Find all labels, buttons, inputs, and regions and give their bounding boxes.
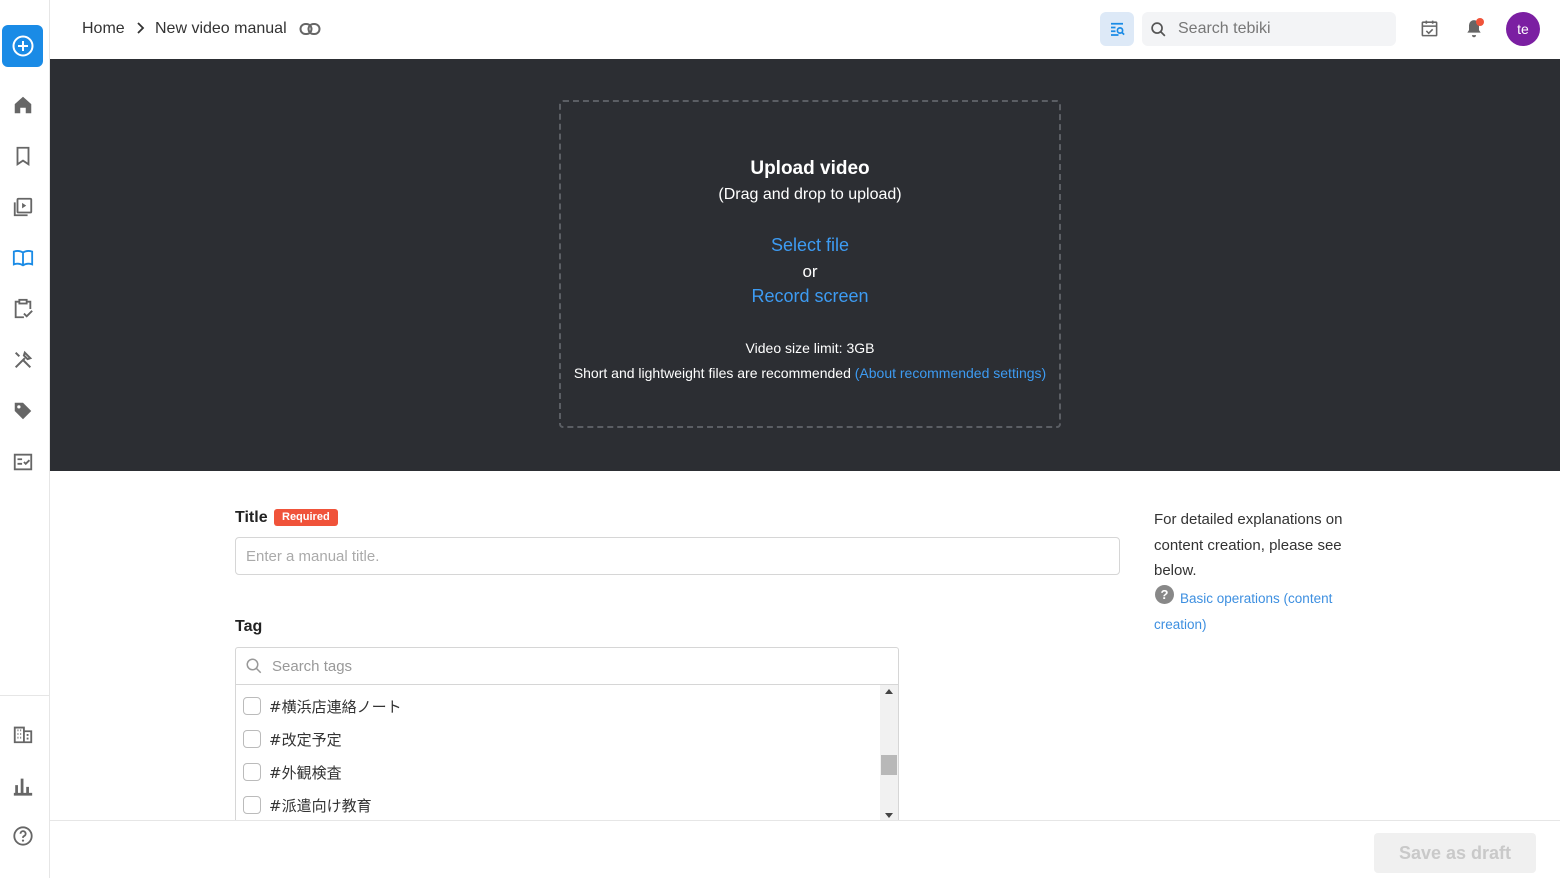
recommendation-text: Short and lightweight files are recommen… (561, 365, 1059, 381)
link-icon[interactable] (299, 21, 321, 42)
global-search (1142, 12, 1396, 46)
avatar[interactable]: te (1506, 12, 1540, 46)
tools-icon (14, 350, 33, 369)
find-in-page-icon (1111, 22, 1125, 36)
save-draft-button[interactable]: Save as draft (1374, 833, 1536, 873)
sidebar (0, 0, 50, 878)
upload-title: Upload video (750, 158, 870, 179)
size-limit-text: Video size limit: 3GB (745, 340, 875, 356)
sidebar-item-analytics[interactable] (11, 774, 35, 798)
sidebar-item-bookmarks[interactable] (11, 144, 35, 168)
title-input[interactable] (235, 537, 1120, 575)
select-file-link[interactable]: Select file (561, 235, 1059, 256)
help-icon (13, 826, 33, 846)
chevron-right-icon (136, 21, 146, 40)
recommendation-label: Short and lightweight files are recommen… (573, 365, 855, 381)
search-mode-button[interactable] (1100, 12, 1134, 46)
sidebar-item-home[interactable] (11, 93, 35, 117)
tag-list-scrollbar[interactable] (880, 685, 898, 820)
book-icon (12, 250, 34, 267)
bookmark-icon (16, 146, 30, 166)
tag-option-label: #横浜店連絡ノート (269, 697, 402, 716)
calendar-check-icon[interactable] (1420, 19, 1439, 43)
tag-checkbox[interactable] (243, 697, 261, 715)
tag-label: Tag (235, 618, 263, 635)
tag-checkbox[interactable] (243, 730, 261, 748)
record-screen-link[interactable]: Record screen (561, 286, 1059, 307)
checklist-icon (13, 453, 33, 471)
required-badge: Required (274, 509, 338, 526)
scroll-up-arrow-icon[interactable] (885, 689, 893, 694)
search-icon (245, 657, 263, 680)
basic-operations-link[interactable]: Basic operations (content creation) (1154, 586, 1364, 638)
clipboard-check-icon (14, 298, 33, 319)
footer-bar: Save as draft (50, 820, 1560, 878)
video-library-icon (13, 197, 33, 217)
title-label: Title (235, 509, 268, 526)
breadcrumb-home[interactable]: Home (82, 20, 125, 38)
sidebar-item-checklists[interactable] (11, 450, 35, 474)
tag-option[interactable]: #派遣向け教育 (243, 794, 372, 816)
top-bar: Home New video manual te (50, 0, 1560, 59)
sidebar-item-videos[interactable] (11, 195, 35, 219)
sidebar-item-tasks[interactable] (11, 297, 35, 321)
tag-option[interactable]: #横浜店連絡ノート (243, 695, 402, 717)
sidebar-item-help[interactable] (11, 824, 35, 848)
breadcrumb-current: New video manual (155, 20, 287, 37)
sidebar-item-organization[interactable] (11, 722, 35, 746)
tag-option-label: #外観検査 (269, 763, 342, 782)
upload-subtitle: (Drag and drop to upload) (718, 186, 902, 203)
tag-option-label: #改定予定 (269, 730, 342, 749)
tag-search-input[interactable] (272, 656, 872, 676)
scroll-down-arrow-icon[interactable] (885, 813, 893, 818)
tag-option[interactable]: #外観検査 (243, 761, 342, 783)
tag-checkbox[interactable] (243, 796, 261, 814)
sidebar-divider (0, 695, 50, 696)
building-icon (13, 726, 33, 744)
sidebar-item-manuals[interactable] (11, 246, 35, 270)
help-description: For detailed explanations on content cre… (1154, 511, 1343, 579)
sidebar-item-tools[interactable] (11, 348, 35, 372)
home-icon (14, 96, 32, 114)
create-button[interactable] (2, 25, 43, 67)
search-icon (1150, 21, 1167, 43)
recommended-settings-link[interactable]: (About recommended settings) (855, 365, 1046, 381)
add-icon (12, 35, 33, 57)
search-input[interactable] (1178, 18, 1388, 40)
video-upload-area: Upload video (Drag and drop to upload) S… (50, 59, 1560, 471)
upload-or-text: or (802, 262, 818, 281)
tag-checkbox[interactable] (243, 763, 261, 781)
scroll-thumb[interactable] (881, 755, 897, 775)
notification-badge (1476, 18, 1484, 26)
tag-option[interactable]: #改定予定 (243, 728, 342, 750)
bar-chart-icon (13, 778, 33, 796)
tag-icon (14, 402, 32, 420)
tag-search (236, 648, 898, 685)
tag-option-label: #派遣向け教育 (269, 796, 372, 815)
sidebar-item-tags[interactable] (11, 399, 35, 423)
video-dropzone[interactable]: Upload video (Drag and drop to upload) S… (559, 100, 1061, 428)
